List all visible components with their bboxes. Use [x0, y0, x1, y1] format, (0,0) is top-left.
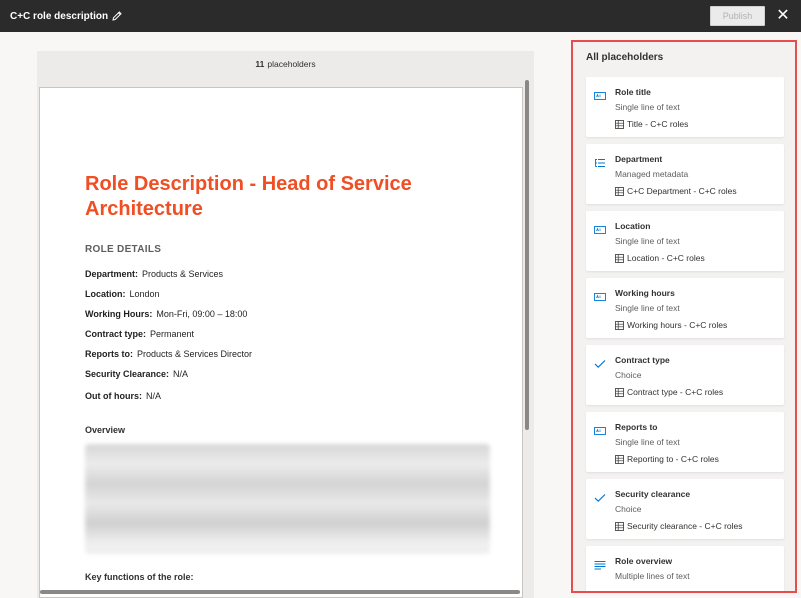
- table-icon: [615, 119, 624, 129]
- detail-value: N/A: [173, 369, 189, 379]
- placeholder-card-security-clearance[interactable]: Security clearance Choice Security clearan…: [586, 479, 784, 539]
- placeholder-card-reports-to[interactable]: Reports to Single line of text Reporting t…: [586, 412, 784, 472]
- detail-row-department: Department: Products & Services: [85, 269, 223, 279]
- text-field-icon: [594, 222, 606, 234]
- placeholder-source: Contract type - C+C roles: [615, 387, 723, 397]
- table-icon: [615, 186, 624, 196]
- placeholder-type: Single line of text: [615, 303, 680, 313]
- placeholder-count: 11 placeholders: [37, 59, 534, 69]
- table-icon: [615, 454, 624, 464]
- placeholders-panel: All placeholders Role title Single line o…: [571, 40, 797, 593]
- table-icon: [615, 387, 624, 397]
- placeholder-source-text: Working hours - C+C roles: [627, 320, 728, 330]
- placeholder-type: Multiple lines of text: [615, 571, 690, 581]
- placeholder-name: Role overview: [615, 556, 673, 566]
- placeholder-source: Security clearance - C+C roles: [615, 521, 743, 531]
- detail-label: Security Clearance:: [85, 369, 170, 379]
- checkmark-icon: [594, 356, 606, 369]
- placeholder-type: Choice: [615, 504, 642, 514]
- placeholder-card-location[interactable]: Location Single line of text Location - C+…: [586, 211, 784, 271]
- placeholder-name: Contract type: [615, 355, 670, 365]
- placeholder-name: Location: [615, 221, 651, 231]
- pencil-icon[interactable]: [111, 10, 123, 22]
- horizontal-scrollbar[interactable]: [40, 590, 520, 594]
- text-field-icon: [594, 289, 606, 301]
- template-title-text: C+C role description: [10, 10, 109, 22]
- table-icon: [615, 320, 624, 330]
- placeholder-name: Security clearance: [615, 489, 691, 499]
- placeholder-card-department[interactable]: Department Managed metadata C+C Department…: [586, 144, 784, 204]
- close-icon[interactable]: ✕: [773, 7, 793, 25]
- placeholder-type: Single line of text: [615, 102, 680, 112]
- placeholder-source-text: C+C Department - C+C roles: [627, 186, 737, 196]
- placeholder-name: Reports to: [615, 422, 658, 432]
- detail-label: Reports to:: [85, 349, 133, 359]
- document-page[interactable]: Role Description - Head of Service Archi…: [39, 87, 523, 598]
- placeholder-type: Single line of text: [615, 236, 680, 246]
- text-field-icon: [594, 423, 606, 435]
- document-preview-area: 11 placeholders Role Description - Head o…: [37, 51, 534, 598]
- detail-value: Products & Services: [142, 269, 224, 279]
- section-heading: ROLE DETAILS: [85, 244, 162, 255]
- detail-row-security-clearance: Security Clearance: N/A: [85, 369, 188, 379]
- placeholder-source: Location - C+C roles: [615, 253, 705, 263]
- detail-value: Products & Services Director: [137, 349, 253, 359]
- table-icon: [615, 521, 624, 531]
- placeholder-type: Single line of text: [615, 437, 680, 447]
- placeholder-source-text: Security clearance - C+C roles: [627, 521, 743, 531]
- placeholder-source-text: Title - C+C roles: [627, 119, 689, 129]
- detail-row-out-of-hours: Out of hours: N/A: [85, 391, 161, 401]
- detail-label: Location:: [85, 289, 126, 299]
- detail-label: Working Hours:: [85, 309, 153, 319]
- detail-value: London: [129, 289, 160, 299]
- key-functions-heading: Key functions of the role:: [85, 572, 194, 582]
- placeholder-count-label: placeholders: [267, 59, 316, 69]
- vertical-scrollbar[interactable]: [525, 80, 529, 430]
- placeholder-name: Working hours: [615, 288, 675, 298]
- placeholder-type: Choice: [615, 370, 642, 380]
- detail-row-location: Location: London: [85, 289, 160, 299]
- placeholder-type: Managed metadata: [615, 169, 689, 179]
- blurred-overview-text: [85, 444, 490, 554]
- template-title: C+C role description: [10, 10, 123, 22]
- detail-label: Contract type:: [85, 329, 147, 339]
- detail-row-contract-type: Contract type: Permanent: [85, 329, 194, 339]
- placeholder-name: Role title: [615, 87, 651, 97]
- placeholder-source: Working hours - C+C roles: [615, 320, 727, 330]
- detail-label: Out of hours:: [85, 391, 142, 401]
- placeholder-source-text: Contract type - C+C roles: [627, 387, 724, 397]
- placeholder-source-text: Reporting to - C+C roles: [627, 454, 719, 464]
- placeholder-source: Title - C+C roles: [615, 119, 688, 129]
- panel-title: All placeholders: [586, 52, 664, 63]
- overview-heading: Overview: [85, 425, 126, 435]
- placeholder-source: C+C Department - C+C roles: [615, 186, 737, 196]
- placeholder-source: Reporting to - C+C roles: [615, 454, 719, 464]
- table-icon: [615, 253, 624, 263]
- multiline-icon: [594, 557, 606, 570]
- text-field-icon: [594, 88, 606, 100]
- placeholder-card-working-hours[interactable]: Working hours Single line of text Working …: [586, 278, 784, 338]
- document-title: Role Description - Head of Service Archi…: [85, 173, 412, 220]
- placeholder-source-text: Location - C+C roles: [627, 253, 705, 263]
- placeholder-card-role-title[interactable]: Role title Single line of text Title - C+C…: [586, 77, 784, 137]
- placeholder-name: Department: [615, 154, 663, 164]
- detail-row-reports-to: Reports to: Products & Services Director: [85, 349, 252, 359]
- checkmark-icon: [594, 490, 606, 503]
- detail-value: N/A: [146, 391, 162, 401]
- publish-button[interactable]: Publish: [710, 6, 765, 26]
- top-bar: C+C role description Publish ✕: [0, 0, 801, 32]
- detail-value: Permanent: [150, 329, 195, 339]
- placeholder-card-contract-type[interactable]: Contract type Choice Contract type - C+C r…: [586, 345, 784, 405]
- tree-icon: [594, 155, 606, 167]
- detail-row-working-hours: Working Hours: Mon-Fri, 09:00 – 18:00: [85, 309, 247, 319]
- detail-value: Mon-Fri, 09:00 – 18:00: [156, 309, 248, 319]
- placeholder-count-number: 11: [255, 59, 265, 69]
- detail-label: Department:: [85, 269, 139, 279]
- placeholder-card-role-overview[interactable]: Role overview Multiple lines of text: [586, 546, 784, 591]
